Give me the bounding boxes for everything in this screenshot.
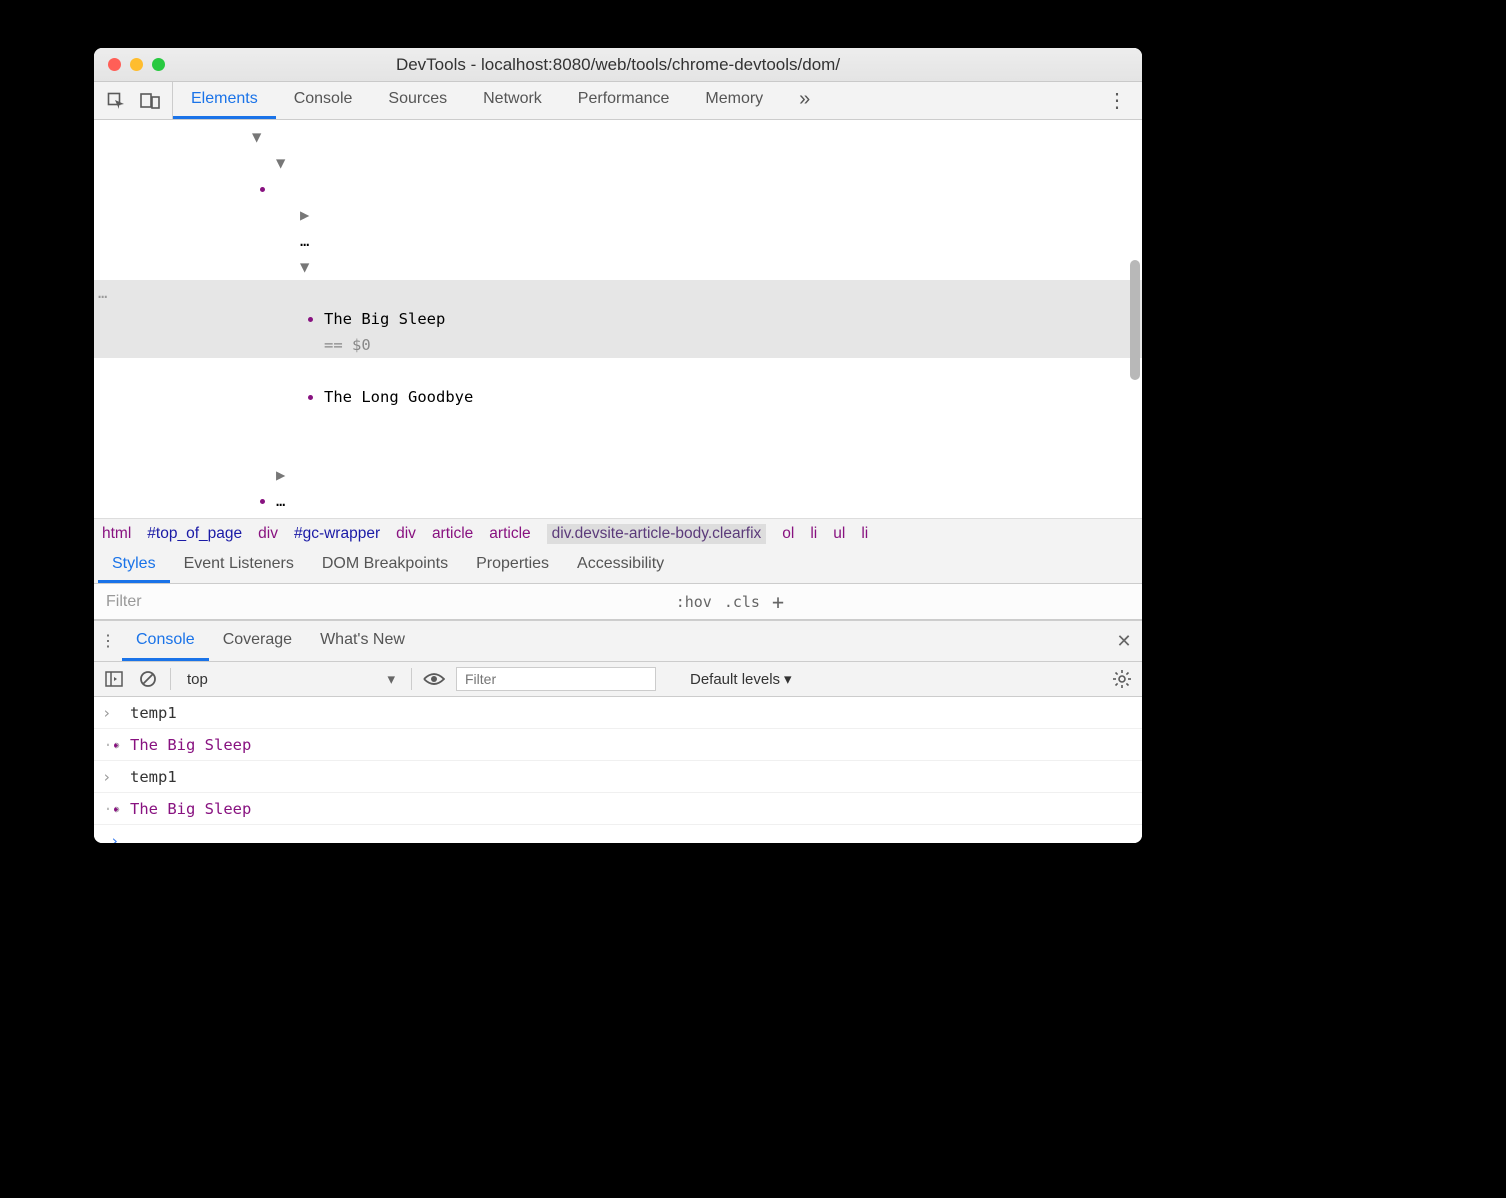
input-icon: ›: [102, 768, 122, 786]
breadcrumb-item[interactable]: div.devsite-article-body.clearfix: [547, 524, 767, 544]
stab-properties[interactable]: Properties: [462, 548, 563, 583]
drawer-menu-icon[interactable]: ⋮: [94, 621, 122, 661]
console-prompt[interactable]: ›: [94, 825, 1142, 843]
more-icon[interactable]: ⋮: [1102, 87, 1134, 115]
breadcrumb-item[interactable]: li: [810, 525, 817, 543]
breadcrumb: html #top_of_page div #gc-wrapper div article…: [94, 518, 1142, 548]
tab-sources[interactable]: Sources: [370, 82, 465, 119]
main-toolbar: Elements Console Sources Network Perform…: [94, 82, 1142, 120]
tab-performance[interactable]: Performance: [560, 82, 688, 119]
console-row[interactable]: ›temp1: [94, 761, 1142, 793]
log-levels-select[interactable]: Default levels ▾: [690, 670, 792, 688]
breadcrumb-item[interactable]: ol: [782, 525, 794, 543]
stab-dom-breakpoints[interactable]: DOM Breakpoints: [308, 548, 462, 583]
input-icon: ›: [102, 704, 122, 722]
console-value: The Big Sleep: [122, 800, 251, 818]
eye-icon[interactable]: [422, 667, 446, 691]
breadcrumb-item[interactable]: #top_of_page: [147, 525, 242, 543]
dtab-console[interactable]: Console: [122, 621, 209, 661]
drawer-tabs: ⋮ Console Coverage What's New ✕: [94, 621, 1142, 661]
traffic-lights: [108, 58, 165, 71]
console-row[interactable]: ‹·The Big Sleep: [94, 729, 1142, 761]
drawer-close-icon[interactable]: ✕: [1106, 621, 1142, 661]
console-toolbar: top ▾ Default levels ▾: [94, 661, 1142, 697]
dtab-coverage[interactable]: Coverage: [209, 621, 306, 661]
close-icon[interactable]: [108, 58, 121, 71]
main-tabs: Elements Console Sources Network Perform…: [173, 82, 828, 119]
window-title: DevTools - localhost:8080/web/tools/chro…: [94, 55, 1142, 75]
tab-console[interactable]: Console: [276, 82, 371, 119]
maximize-icon[interactable]: [152, 58, 165, 71]
gear-icon[interactable]: [1110, 667, 1134, 691]
dom-node[interactable]: ▶…: [94, 202, 1142, 254]
chevron-down-icon: ▾: [784, 670, 792, 688]
prompt-icon: ›: [102, 832, 119, 843]
titlebar: DevTools - localhost:8080/web/tools/chro…: [94, 48, 1142, 82]
breadcrumb-item[interactable]: li: [861, 525, 868, 543]
stab-event-listeners[interactable]: Event Listeners: [170, 548, 308, 583]
scrollbar-thumb[interactable]: [1130, 260, 1140, 380]
tab-elements[interactable]: Elements: [173, 82, 276, 119]
tab-network[interactable]: Network: [465, 82, 560, 119]
dom-node[interactable]: ▼: [94, 124, 1142, 150]
console-output[interactable]: ›temp1‹·The Big Sleep›temp1‹·The Big Sle…: [94, 697, 1142, 843]
console-sidebar-icon[interactable]: [102, 667, 126, 691]
breadcrumb-item[interactable]: div: [396, 525, 416, 543]
breadcrumb-item[interactable]: html: [102, 525, 131, 543]
breadcrumb-item[interactable]: ul: [833, 525, 845, 543]
clear-console-icon[interactable]: [136, 667, 160, 691]
tab-memory[interactable]: Memory: [687, 82, 781, 119]
inspect-icon[interactable]: [100, 87, 132, 115]
chevron-down-icon: ▾: [387, 670, 395, 688]
dom-node[interactable]: The Long Goodbye: [94, 358, 1142, 410]
minimize-icon[interactable]: [130, 58, 143, 71]
output-icon: ‹·: [102, 800, 122, 818]
breadcrumb-item[interactable]: article: [432, 525, 473, 543]
hov-toggle[interactable]: :hov: [676, 593, 712, 611]
new-rule-icon[interactable]: +: [772, 590, 784, 614]
context-label: top: [187, 671, 208, 688]
tabs-overflow[interactable]: »: [781, 82, 828, 119]
dom-node[interactable]: ▼: [94, 150, 1142, 202]
dom-node[interactable]: …The Big Sleep == $0: [94, 280, 1142, 358]
dom-node[interactable]: [94, 410, 1142, 436]
console-value: temp1: [122, 768, 177, 786]
breadcrumb-item[interactable]: article: [489, 525, 530, 543]
console-row[interactable]: ›temp1: [94, 697, 1142, 729]
console-filter-input[interactable]: [456, 667, 656, 691]
context-select[interactable]: top ▾: [181, 670, 401, 688]
devtools-window: DevTools - localhost:8080/web/tools/chro…: [94, 48, 1142, 843]
output-icon: ‹·: [102, 736, 122, 754]
stab-accessibility[interactable]: Accessibility: [563, 548, 678, 583]
stab-styles[interactable]: Styles: [98, 548, 170, 583]
breadcrumb-item[interactable]: #gc-wrapper: [294, 525, 380, 543]
console-value: The Big Sleep: [122, 736, 251, 754]
dom-node[interactable]: ▶…: [94, 462, 1142, 514]
styles-filter-input[interactable]: [94, 584, 614, 619]
breadcrumb-item[interactable]: div: [258, 525, 278, 543]
dom-node[interactable]: ▼: [94, 254, 1142, 280]
console-row[interactable]: ‹·The Big Sleep: [94, 793, 1142, 825]
device-icon[interactable]: [134, 87, 166, 115]
styles-filter-row: :hov .cls +: [94, 584, 1142, 620]
styles-tabs: Styles Event Listeners DOM Breakpoints P…: [94, 548, 1142, 584]
console-value: temp1: [122, 704, 177, 722]
dtab-whatsnew[interactable]: What's New: [306, 621, 419, 661]
dom-tree[interactable]: ▼▼▶…▼…The Big Sleep == $0The Long Goodby…: [94, 120, 1142, 518]
dom-node[interactable]: [94, 436, 1142, 462]
cls-toggle[interactable]: .cls: [724, 593, 760, 611]
